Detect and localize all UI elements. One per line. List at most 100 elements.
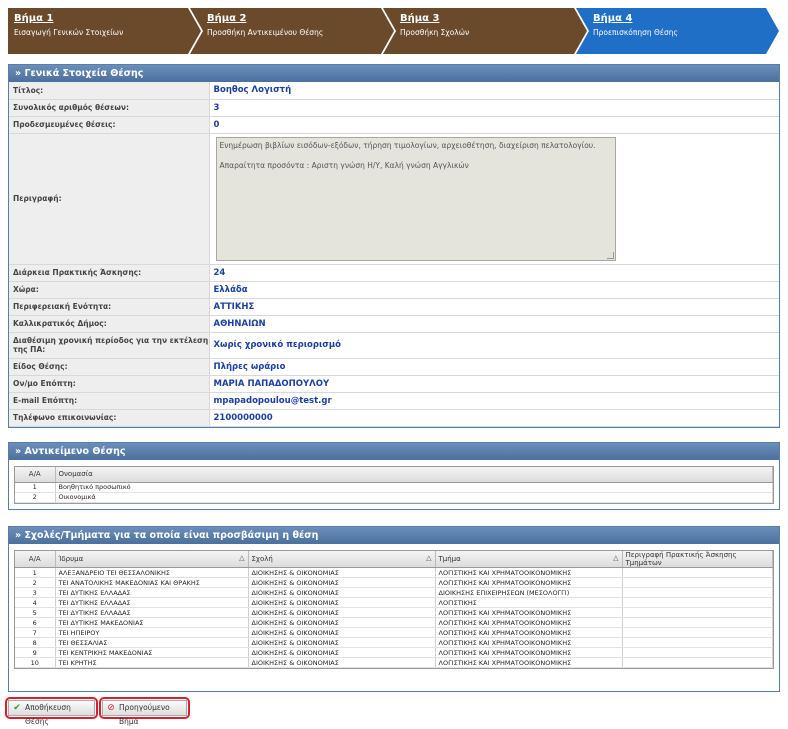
table-row[interactable]: 8 ΤΕΙ ΘΕΣΣΑΛΙΑΣ ΔΙΟΙΚΗΣΗΣ & ΟΙΚΟΝΟΜΙΑΣ ΛΟΓΙ… bbox=[15, 637, 773, 648]
schools-grid: Α/Α Ίδρυμα △ Σχολή △ Τμήμα △ Περιγραφή Πρακ… bbox=[14, 550, 774, 669]
table-cell: 6 bbox=[15, 617, 56, 628]
schools-header-row: Α/Α Ίδρυμα △ Σχολή △ Τμήμα △ Περιγραφή Πρακ… bbox=[15, 551, 773, 568]
column-header[interactable]: Ονομασία bbox=[55, 467, 773, 483]
column-header-label: Ίδρυμα bbox=[58, 555, 84, 563]
column-header[interactable]: Περιγραφή Πρακτικής Άσκησης Τμημάτων bbox=[622, 551, 773, 568]
table-cell: ΔΙΟΙΚΗΣΗΣ & ΟΙΚΟΝΟΜΙΑΣ bbox=[248, 567, 436, 578]
step-1[interactable]: Βήμα 1 Εισαγωγή Γενικών Στοιχείων bbox=[14, 13, 123, 37]
step-3-title[interactable]: Βήμα 3 bbox=[400, 13, 469, 24]
table-cell: ΤΕΙ ΗΠΕΙΡΟΥ bbox=[55, 627, 249, 638]
step-4[interactable]: Βήμα 4 Προεπισκόπηση Θέσης bbox=[593, 13, 678, 37]
table-row[interactable]: 10 ΤΕΙ ΚΡΗΤΗΣ ΔΙΟΙΚΗΣΗΣ & ΟΙΚΟΝΟΜΙΑΣ ΛΟΓΙΣΤ… bbox=[15, 657, 773, 668]
detail-value: 2100000000 bbox=[209, 409, 779, 427]
table-row[interactable]: 6 ΤΕΙ ΔΥΤΙΚΗΣ ΜΑΚΕΔΟΝΙΑΣ ΔΙΟΙΚΗΣΗΣ & ΟΙΚΟΝ… bbox=[15, 617, 773, 628]
table-cell: ΤΕΙ ΚΡΗΤΗΣ bbox=[55, 657, 249, 668]
detail-label: Χώρα: bbox=[9, 281, 210, 299]
table-cell: 1 bbox=[15, 482, 56, 493]
table-cell: ΤΕΙ ΔΥΤΙΚΗΣ ΜΑΚΕΔΟΝΙΑΣ bbox=[55, 617, 249, 628]
objects-grid: Α/Α Ονομασία 1 Βοηθητικό προσωπικό 2 Οικ… bbox=[14, 466, 774, 504]
detail-row-total-positions: Συνολικός αριθμός θέσεων: 3 bbox=[9, 99, 779, 117]
back-arrow-icon: ⊘ bbox=[107, 703, 115, 713]
step-4-subtitle: Προεπισκόπηση Θέσης bbox=[593, 28, 678, 37]
table-cell bbox=[622, 597, 773, 608]
table-cell: 2 bbox=[15, 577, 56, 588]
save-position-button[interactable]: ✔ Αποθήκευση Θέσης bbox=[8, 700, 95, 726]
step-4-title[interactable]: Βήμα 4 bbox=[593, 13, 678, 24]
detail-label: Περιγραφή: bbox=[9, 133, 210, 265]
table-cell: ΤΕΙ ΔΥΤΙΚΗΣ ΕΛΛΑΔΑΣ bbox=[55, 587, 249, 598]
previous-step-button[interactable]: ⊘ Προηγούμενο Βήμα bbox=[102, 700, 187, 726]
table-row[interactable]: 9 ΤΕΙ ΚΕΝΤΡΙΚΗΣ ΜΑΚΕΔΟΝΙΑΣ ΔΙΟΙΚΗΣΗΣ & ΟΙΚ… bbox=[15, 647, 773, 658]
detail-row-position-type: Είδος Θέσης: Πλήρες ωράριο bbox=[9, 358, 779, 376]
sort-triangle-icon[interactable]: △ bbox=[239, 554, 244, 562]
table-cell: ΔΙΟΙΚΗΣΗΣ & ΟΙΚΟΝΟΜΙΑΣ bbox=[248, 657, 436, 668]
table-cell: ΛΟΓΙΣΤΙΚΗΣ ΚΑΙ ΧΡΗΜΑΤΟΟΙΚΟΝΟΜΙΚΗΣ bbox=[435, 567, 623, 578]
description-line-1: Ενημέρωση βιβλίων εισόδων-εξόδων, τήρηση… bbox=[219, 140, 596, 150]
table-cell bbox=[622, 607, 773, 618]
table-row[interactable]: 4 ΤΕΙ ΔΥΤΙΚΗΣ ΕΛΛΑΔΑΣ ΔΙΟΙΚΗΣΗΣ & ΟΙΚΟΝΟΜΙ… bbox=[15, 597, 773, 608]
detail-row-phone: Τηλέφωνο επικοινωνίας: 2100000000 bbox=[9, 409, 779, 427]
table-cell: 8 bbox=[15, 637, 56, 648]
sort-triangle-icon[interactable]: △ bbox=[426, 554, 431, 562]
table-cell: ΔΙΟΙΚΗΣΗΣ & ΟΙΚΟΝΟΜΙΑΣ bbox=[248, 597, 436, 608]
table-row[interactable]: 1 Βοηθητικό προσωπικό bbox=[15, 482, 773, 493]
table-cell: ΤΕΙ ΘΕΣΣΑΛΙΑΣ bbox=[55, 637, 249, 648]
column-header-school[interactable]: Σχολή △ bbox=[248, 551, 436, 568]
table-cell: 9 bbox=[15, 647, 56, 658]
step-2-subtitle: Προσθήκη Αντικειμένου Θέσης bbox=[207, 28, 324, 37]
table-cell: 10 bbox=[15, 657, 56, 668]
column-header-department[interactable]: Τμήμα △ bbox=[435, 551, 623, 568]
table-cell: 4 bbox=[15, 597, 56, 608]
detail-label: Περιφερειακή Ενότητα: bbox=[9, 298, 210, 316]
description-textarea[interactable]: Ενημέρωση βιβλίων εισόδων-εξόδων, τήρηση… bbox=[215, 136, 616, 261]
detail-label: Τίτλος: bbox=[9, 82, 210, 100]
detail-value: Πλήρες ωράριο bbox=[209, 358, 779, 376]
table-row[interactable]: 3 ΤΕΙ ΔΥΤΙΚΗΣ ΕΛΛΑΔΑΣ ΔΙΟΙΚΗΣΗΣ & ΟΙΚΟΝΟΜΙ… bbox=[15, 587, 773, 598]
schools-table: Α/Α Ίδρυμα △ Σχολή △ Τμήμα △ Περιγραφή Πρακ… bbox=[15, 551, 773, 668]
table-cell: ΛΟΓΙΣΤΙΚΗΣ ΚΑΙ ΧΡΗΜΑΤΟΟΙΚΟΝΟΜΙΚΗΣ bbox=[435, 577, 623, 588]
detail-value: mpapadopoulou@test.gr bbox=[209, 392, 779, 410]
table-row[interactable]: 5 ΤΕΙ ΔΥΤΙΚΗΣ ΕΛΛΑΔΑΣ ΔΙΟΙΚΗΣΗΣ & ΟΙΚΟΝΟΜΙ… bbox=[15, 607, 773, 618]
detail-value: ΑΤΤΙΚΗΣ bbox=[209, 298, 779, 316]
detail-label: Καλλικρατικός Δήμος: bbox=[9, 315, 210, 333]
column-header[interactable]: Α/Α bbox=[15, 551, 56, 568]
detail-label: Ον/μο Επόπτη: bbox=[9, 375, 210, 393]
detail-row-supervisor-email: E-mail Επόπτη: mpapadopoulou@test.gr bbox=[9, 392, 779, 410]
step-2[interactable]: Βήμα 2 Προσθήκη Αντικειμένου Θέσης bbox=[207, 13, 323, 37]
schools-header: » Σχολές/Τμήματα για τα οποία είναι προσ… bbox=[9, 527, 779, 544]
schools-panel: » Σχολές/Τμήματα για τα οποία είναι προσ… bbox=[8, 526, 780, 692]
table-row[interactable]: 2 Οικονομικά bbox=[15, 492, 773, 503]
step-2-title[interactable]: Βήμα 2 bbox=[207, 13, 323, 24]
table-cell: ΔΙΟΙΚΗΣΗΣ & ΟΙΚΟΝΟΜΙΑΣ bbox=[248, 587, 436, 598]
table-cell: ΔΙΟΙΚΗΣΗΣ & ΟΙΚΟΝΟΜΙΑΣ bbox=[248, 607, 436, 618]
detail-row-period: Διαθέσιμη χρονική περίοδος για την εκτέλ… bbox=[9, 332, 779, 359]
table-cell bbox=[622, 567, 773, 578]
objects-table: Α/Α Ονομασία 1 Βοηθητικό προσωπικό 2 Οικ… bbox=[15, 467, 773, 503]
detail-row-country: Χώρα: Ελλάδα bbox=[9, 281, 779, 299]
table-cell: ΛΟΓΙΣΤΙΚΗΣ bbox=[435, 597, 623, 608]
resize-handle-icon[interactable] bbox=[606, 251, 614, 259]
table-row[interactable]: 2 ΤΕΙ ΑΝΑΤΟΛΙΚΗΣ ΜΑΚΕΔΟΝΙΑΣ ΚΑΙ ΘΡΑΚΗΣ ΔΙΟ… bbox=[15, 577, 773, 588]
table-cell bbox=[622, 617, 773, 628]
table-cell bbox=[622, 657, 773, 668]
detail-row-municipality: Καλλικρατικός Δήμος: ΑΘΗΝΑΙΩΝ bbox=[9, 315, 779, 333]
detail-label: Συνολικός αριθμός θέσεων: bbox=[9, 99, 210, 117]
table-row[interactable]: 7 ΤΕΙ ΗΠΕΙΡΟΥ ΔΙΟΙΚΗΣΗΣ & ΟΙΚΟΝΟΜΙΑΣ ΛΟΓΙΣΤ… bbox=[15, 627, 773, 638]
column-header[interactable]: Α/Α bbox=[15, 467, 56, 483]
step-1-title[interactable]: Βήμα 1 bbox=[14, 13, 123, 24]
detail-label: Διαθέσιμη χρονική περίοδος για την εκτέλ… bbox=[9, 332, 210, 359]
sort-triangle-icon[interactable]: △ bbox=[613, 554, 618, 562]
position-objects-panel: » Αντικείμενο Θέσης Α/Α Ονομασία 1 Βοηθη… bbox=[8, 442, 780, 510]
detail-row-supervisor: Ον/μο Επόπτη: ΜΑΡΙΑ ΠΑΠΑΔΟΠΟΥΛΟΥ bbox=[9, 375, 779, 393]
detail-label: E-mail Επόπτη: bbox=[9, 392, 210, 410]
step-3[interactable]: Βήμα 3 Προσθήκη Σχολών bbox=[400, 13, 469, 37]
table-row[interactable]: 1 ΑΛΕΞΑΝΔΡΕΙΟ ΤΕΙ ΘΕΣΣΑΛΟΝΙΚΗΣ ΔΙΟΙΚΗΣΗΣ &… bbox=[15, 567, 773, 578]
table-cell: 7 bbox=[15, 627, 56, 638]
column-header-institution[interactable]: Ίδρυμα △ bbox=[55, 551, 249, 568]
checkmark-icon: ✔ bbox=[13, 703, 21, 713]
detail-value: ΜΑΡΙΑ ΠΑΠΑΔΟΠΟΥΛΟΥ bbox=[209, 375, 779, 393]
table-cell: ΤΕΙ ΚΕΝΤΡΙΚΗΣ ΜΑΚΕΔΟΝΙΑΣ bbox=[55, 647, 249, 658]
detail-value: Ενημέρωση βιβλίων εισόδων-εξόδων, τήρηση… bbox=[209, 133, 779, 265]
table-cell: 5 bbox=[15, 607, 56, 618]
table-cell: ΑΛΕΞΑΝΔΡΕΙΟ ΤΕΙ ΘΕΣΣΑΛΟΝΙΚΗΣ bbox=[55, 567, 249, 578]
